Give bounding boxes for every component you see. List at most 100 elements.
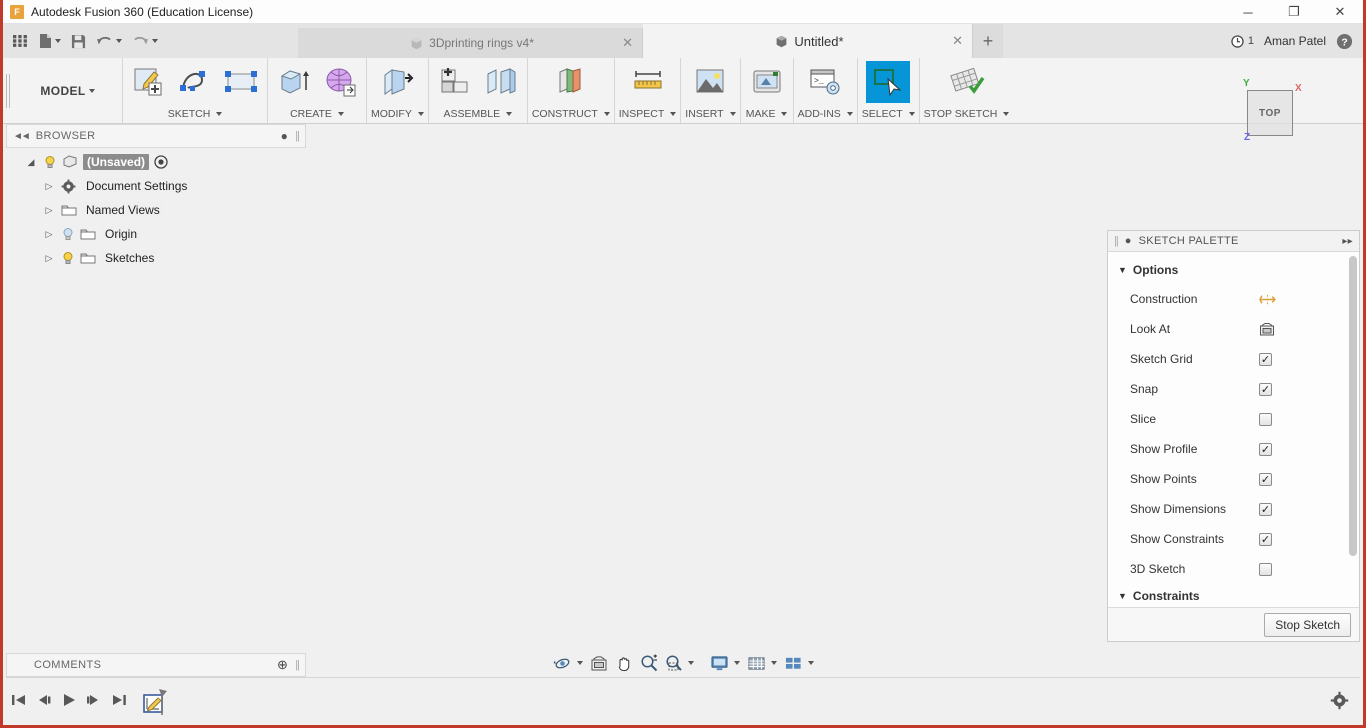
step-forward-button[interactable] (81, 685, 106, 715)
document-tab-0[interactable]: 3Dprinting rings v4* ✕ (298, 28, 643, 58)
visibility-bulb-icon[interactable] (61, 227, 75, 241)
ribbon-panel-label[interactable]: SELECT (862, 108, 915, 123)
show-constraints-checkbox[interactable]: ✓ (1259, 532, 1272, 546)
ribbon-panel-label[interactable]: INSPECT (619, 108, 677, 123)
expand-palette-icon[interactable]: ▸▸ (1342, 236, 1353, 247)
view-cube[interactable]: TOP Y X Z (1237, 78, 1307, 150)
tree-node-named-views[interactable]: ▷ Named Views (6, 198, 306, 222)
palette-row-show-profile[interactable]: Show Profile ✓ (1108, 434, 1359, 464)
panel-grip[interactable]: || (295, 130, 300, 142)
ribbon-panel-label[interactable]: SKETCH (168, 108, 223, 123)
timeline-settings-button[interactable] (1328, 689, 1350, 711)
joint-button[interactable] (479, 61, 523, 103)
grid-snaps-button[interactable] (744, 651, 780, 675)
insert-image-button[interactable] (688, 61, 732, 103)
look-at-icon[interactable] (1259, 322, 1275, 337)
palette-section-constraints[interactable]: ▼ Constraints (1108, 584, 1359, 607)
show-points-checkbox[interactable]: ✓ (1259, 472, 1272, 486)
construction-line-icon[interactable] (1259, 292, 1276, 307)
display-settings-button[interactable] (707, 651, 743, 675)
create-form-button[interactable] (318, 61, 362, 103)
close-button[interactable]: ✕ (1317, 0, 1363, 24)
minimize-button[interactable]: ─ (1225, 0, 1271, 24)
tree-node-sketches[interactable]: ▷ Sketches (6, 246, 306, 270)
timeline-feature-sketch[interactable] (143, 687, 169, 715)
palette-grip[interactable]: || (1114, 235, 1119, 247)
expand-triangle-icon[interactable]: ▷ (42, 181, 56, 192)
rectangle-button[interactable] (219, 61, 263, 103)
palette-row-snap[interactable]: Snap ✓ (1108, 374, 1359, 404)
look-at-button[interactable] (587, 651, 611, 675)
minimize-panel-icon[interactable]: ● (281, 129, 289, 143)
visibility-bulb-icon[interactable] (61, 251, 75, 265)
ribbon-panel-label[interactable]: MAKE (746, 108, 788, 123)
tree-node-document-settings[interactable]: ▷ Document Settings (6, 174, 306, 198)
expand-triangle-icon[interactable]: ▷ (42, 205, 56, 216)
stop-sketch-panel-button[interactable]: Stop Sketch (1264, 612, 1351, 637)
offset-dimension-7-a[interactable]: 7.00 (613, 587, 634, 614)
expand-triangle-icon[interactable]: ▷ (42, 253, 56, 264)
ribbon-panel-label[interactable]: CREATE (290, 108, 344, 123)
snap-checkbox[interactable]: ✓ (1259, 382, 1272, 396)
ribbon-panel-label[interactable]: INSERT (685, 108, 736, 123)
show-profile-checkbox[interactable]: ✓ (1259, 442, 1272, 456)
diameter-dimension-66[interactable]: Ø66.00 (940, 574, 983, 589)
ribbon-panel-label[interactable]: ADD-INS (798, 108, 853, 123)
job-status-indicator[interactable]: 1 (1230, 34, 1254, 49)
palette-row-sketch-grid[interactable]: Sketch Grid ✓ (1108, 344, 1359, 374)
minimize-palette-icon[interactable]: ● (1125, 235, 1132, 247)
view-cube-face[interactable]: TOP (1247, 90, 1293, 136)
stop-sketch-button[interactable] (945, 61, 989, 103)
go-to-beginning-button[interactable] (6, 685, 31, 715)
undo-button[interactable] (92, 28, 126, 54)
sketch-grid-checkbox[interactable]: ✓ (1259, 352, 1272, 366)
ribbon-panel-label[interactable]: CONSTRUCT (532, 108, 610, 123)
close-tab-icon[interactable]: ✕ (952, 33, 963, 49)
scripts-addins-button[interactable]: >_ (803, 61, 847, 103)
sketch-palette-body[interactable]: ▼ Options Construction Look At Sketch Gr… (1108, 252, 1359, 607)
create-sketch-button[interactable] (127, 61, 171, 103)
spline-button[interactable] (173, 61, 217, 103)
measure-button[interactable] (626, 61, 670, 103)
extrude-button[interactable] (272, 61, 316, 103)
component-activate-icon[interactable] (154, 155, 168, 169)
help-button[interactable]: ? (1336, 33, 1353, 50)
palette-row-construction[interactable]: Construction (1108, 284, 1359, 314)
ribbon-grip[interactable] (3, 58, 13, 123)
tree-node-unsaved[interactable]: ◢ (Unsaved) (6, 150, 306, 174)
visibility-bulb-icon[interactable] (43, 155, 57, 169)
ribbon-panel-label[interactable]: ASSEMBLE (444, 108, 513, 123)
viewports-button[interactable] (781, 651, 817, 675)
show-dimensions-checkbox[interactable]: ✓ (1259, 502, 1272, 516)
palette-row-show-dimensions[interactable]: Show Dimensions ✓ (1108, 494, 1359, 524)
collapse-panel-icon[interactable]: ◄◄ (13, 131, 31, 142)
go-to-end-button[interactable] (106, 685, 131, 715)
user-name-label[interactable]: Aman Patel (1264, 34, 1326, 48)
new-tab-button[interactable]: + (973, 24, 1003, 58)
step-back-button[interactable] (31, 685, 56, 715)
play-button[interactable] (56, 685, 81, 715)
offset-plane-button[interactable] (549, 61, 593, 103)
close-tab-icon[interactable]: ✕ (622, 35, 633, 51)
expand-triangle-icon[interactable]: ◢ (24, 157, 38, 168)
palette-row-3d-sketch[interactable]: 3D Sketch (1108, 554, 1359, 584)
select-button[interactable] (866, 61, 911, 103)
3d-print-button[interactable] (745, 61, 789, 103)
slice-checkbox[interactable] (1259, 412, 1272, 426)
new-component-button[interactable] (433, 61, 477, 103)
new-file-button[interactable] (34, 28, 65, 54)
orbit-button[interactable] (550, 651, 586, 675)
3d-sketch-checkbox[interactable] (1259, 562, 1272, 576)
pan-button[interactable] (612, 651, 636, 675)
redo-button[interactable] (128, 28, 162, 54)
app-grid-button[interactable] (8, 28, 32, 54)
maximize-button[interactable]: ❐ (1271, 0, 1317, 24)
save-button[interactable] (67, 28, 90, 54)
palette-section-options[interactable]: ▼ Options (1108, 258, 1359, 284)
palette-row-show-points[interactable]: Show Points ✓ (1108, 464, 1359, 494)
tree-node-origin[interactable]: ▷ Origin (6, 222, 306, 246)
palette-row-look-at[interactable]: Look At (1108, 314, 1359, 344)
press-pull-button[interactable] (375, 61, 419, 103)
zoom-window-button[interactable] (662, 651, 697, 675)
palette-row-slice[interactable]: Slice (1108, 404, 1359, 434)
